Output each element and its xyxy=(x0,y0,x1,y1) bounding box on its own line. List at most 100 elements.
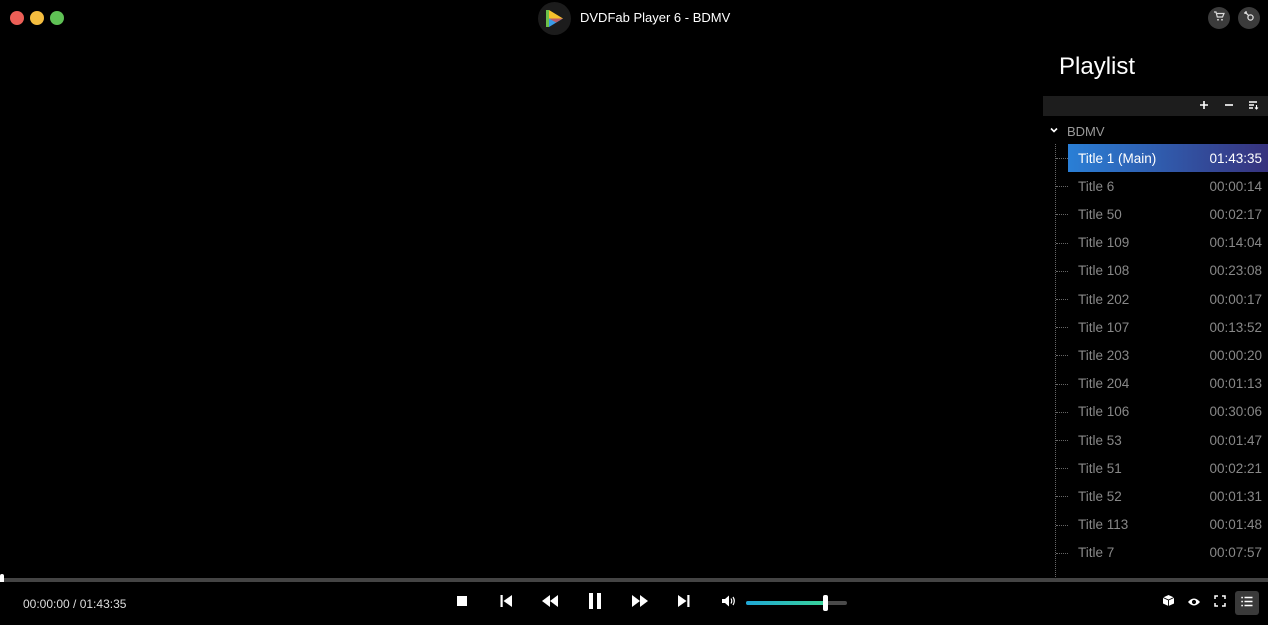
playlist-item[interactable]: Title 204 00:01:13 xyxy=(1043,370,1268,398)
tree-branch xyxy=(1056,158,1068,159)
playlist-item-duration: 00:01:13 xyxy=(1209,376,1262,392)
playlist-item-row[interactable]: Title 109 00:14:04 xyxy=(1068,229,1268,257)
tree-branch xyxy=(1056,496,1068,498)
playlist-item[interactable]: Title 52 00:01:31 xyxy=(1043,482,1268,510)
playlist-group-label: BDMV xyxy=(1067,123,1105,139)
forward-button[interactable] xyxy=(628,591,652,615)
playlist-toolbar xyxy=(1043,96,1268,116)
volume-handle[interactable] xyxy=(823,595,828,611)
previous-button[interactable] xyxy=(494,591,518,615)
rewind-button[interactable] xyxy=(538,591,562,615)
app-logo-icon xyxy=(538,2,571,35)
playlist-item-row[interactable]: Title 53 00:01:47 xyxy=(1068,426,1268,454)
playlist-item-title: Title 53 xyxy=(1078,432,1122,448)
playlist-item[interactable]: Title 7 00:07:57 xyxy=(1043,539,1268,567)
playlist-remove-button[interactable] xyxy=(1221,98,1237,114)
playlist-toggle-button[interactable] xyxy=(1235,591,1259,615)
title-bar: DVDFab Player 6 - BDMV xyxy=(0,0,1268,36)
3d-button[interactable] xyxy=(1158,593,1178,613)
playlist-item-title: Title 52 xyxy=(1078,488,1122,504)
window-maximize-button[interactable] xyxy=(50,11,64,25)
sort-list-icon xyxy=(1248,97,1259,115)
pause-button[interactable] xyxy=(583,591,607,615)
eye-icon xyxy=(1187,594,1201,612)
playlist-item[interactable]: Title 202 00:00:17 xyxy=(1043,285,1268,313)
playlist-item-duration: 00:01:47 xyxy=(1209,432,1262,448)
tree-branch xyxy=(1056,214,1068,216)
tree-branch xyxy=(1056,411,1068,413)
playlist-item[interactable]: Title 107 00:13:52 xyxy=(1043,313,1268,341)
playlist-item-row[interactable]: Title 1 (Main) 01:43:35 xyxy=(1068,144,1268,172)
key-button[interactable] xyxy=(1238,7,1260,29)
next-button[interactable] xyxy=(672,591,696,615)
cart-button[interactable] xyxy=(1208,7,1230,29)
stop-button[interactable] xyxy=(450,591,474,615)
playlist-item-title: Title 202 xyxy=(1078,291,1130,307)
playlist-item-title: Title 113 xyxy=(1078,517,1129,533)
playlist-item[interactable]: Title 53 00:01:47 xyxy=(1043,426,1268,454)
tree-branch xyxy=(1056,383,1068,385)
playlist-item-row[interactable]: Title 7 00:07:57 xyxy=(1068,539,1268,567)
playlist-item[interactable]: Title 51 00:02:21 xyxy=(1043,454,1268,482)
playlist-item-duration: 01:43:35 xyxy=(1209,150,1262,166)
playlist-item-row[interactable]: Title 106 00:30:06 xyxy=(1068,398,1268,426)
volume-slider[interactable] xyxy=(746,601,847,605)
window-close-button[interactable] xyxy=(10,11,24,25)
playlist-item-row[interactable]: Title 113 00:01:48 xyxy=(1068,511,1268,539)
tree-branch xyxy=(1056,468,1068,470)
volume-icon xyxy=(721,594,737,613)
cart-icon xyxy=(1213,9,1225,27)
playlist-heading: Playlist xyxy=(1059,53,1136,80)
playlist-sort-button[interactable] xyxy=(1245,98,1261,114)
playlist-item[interactable]: Title 113 00:01:48 xyxy=(1043,511,1268,539)
playlist-item-row[interactable]: Title 52 00:01:31 xyxy=(1068,482,1268,510)
playlist-item-duration: 00:00:20 xyxy=(1209,347,1262,363)
time-display: 00:00:00 / 01:43:35 xyxy=(23,597,127,611)
playlist-item-row[interactable]: Title 204 00:01:13 xyxy=(1068,370,1268,398)
playlist-panel: Playlist BDMV Title 1 (Main) 01:43:35 Ti… xyxy=(1043,36,1268,577)
fullscreen-button[interactable] xyxy=(1210,593,1230,613)
playlist-item[interactable]: Title 109 00:14:04 xyxy=(1043,229,1268,257)
playlist-item-duration: 00:13:52 xyxy=(1209,319,1262,335)
playlist-item-title: Title 1 (Main) xyxy=(1078,150,1157,166)
skip-previous-icon xyxy=(499,594,513,613)
playlist-item-row[interactable]: Title 6 00:00:14 xyxy=(1068,172,1268,200)
skip-next-icon xyxy=(677,594,691,613)
control-bar: 00:00:00 / 01:43:35 xyxy=(0,582,1268,625)
playlist-item-duration: 00:02:21 xyxy=(1209,460,1262,476)
playlist-item-duration: 00:02:17 xyxy=(1209,206,1262,222)
window-minimize-button[interactable] xyxy=(30,11,44,25)
playlist-item[interactable]: Title 50 00:02:17 xyxy=(1043,200,1268,228)
playlist-item[interactable]: Title 203 00:00:20 xyxy=(1043,341,1268,369)
rewind-icon xyxy=(541,594,559,613)
playlist-item-title: Title 51 xyxy=(1078,460,1122,476)
tree-branch xyxy=(1056,270,1068,272)
playlist-item[interactable]: Title 1 (Main) 01:43:35 xyxy=(1043,144,1268,172)
playlist-item-row[interactable]: Title 50 00:02:17 xyxy=(1068,200,1268,228)
volume-button[interactable] xyxy=(717,591,741,615)
playlist-item-row[interactable]: Title 108 00:23:08 xyxy=(1068,257,1268,285)
playlist-item-row[interactable]: Title 51 00:02:21 xyxy=(1068,454,1268,482)
tree-branch xyxy=(1056,552,1068,554)
playlist-add-button[interactable] xyxy=(1196,98,1212,114)
window-title: DVDFab Player 6 - BDMV xyxy=(580,10,731,25)
fast-forward-icon xyxy=(631,594,649,613)
playlist-item-title: Title 108 xyxy=(1078,263,1130,279)
video-canvas[interactable] xyxy=(0,36,1043,577)
playlist-item-row[interactable]: Title 202 00:00:17 xyxy=(1068,285,1268,313)
playlist-item-row[interactable]: Title 203 00:00:20 xyxy=(1068,341,1268,369)
playlist-group-bdmv[interactable]: BDMV xyxy=(1049,122,1105,140)
playlist-item[interactable]: Title 6 00:00:14 xyxy=(1043,172,1268,200)
stop-icon xyxy=(456,594,468,612)
playlist-item[interactable]: Title 106 00:30:06 xyxy=(1043,398,1268,426)
playlist-item-duration: 00:30:06 xyxy=(1209,404,1262,420)
playlist-item[interactable]: Title 108 00:23:08 xyxy=(1043,257,1268,285)
view-mode-button[interactable] xyxy=(1184,593,1204,613)
playlist-item-title: Title 106 xyxy=(1078,404,1130,420)
playlist-item-title: Title 109 xyxy=(1078,235,1130,251)
playlist-item-row[interactable]: Title 107 00:13:52 xyxy=(1068,313,1268,341)
playlist-item-title: Title 7 xyxy=(1078,545,1115,561)
key-icon xyxy=(1243,9,1255,27)
playlist-item-title: Title 107 xyxy=(1078,319,1130,335)
pause-icon xyxy=(587,592,603,615)
